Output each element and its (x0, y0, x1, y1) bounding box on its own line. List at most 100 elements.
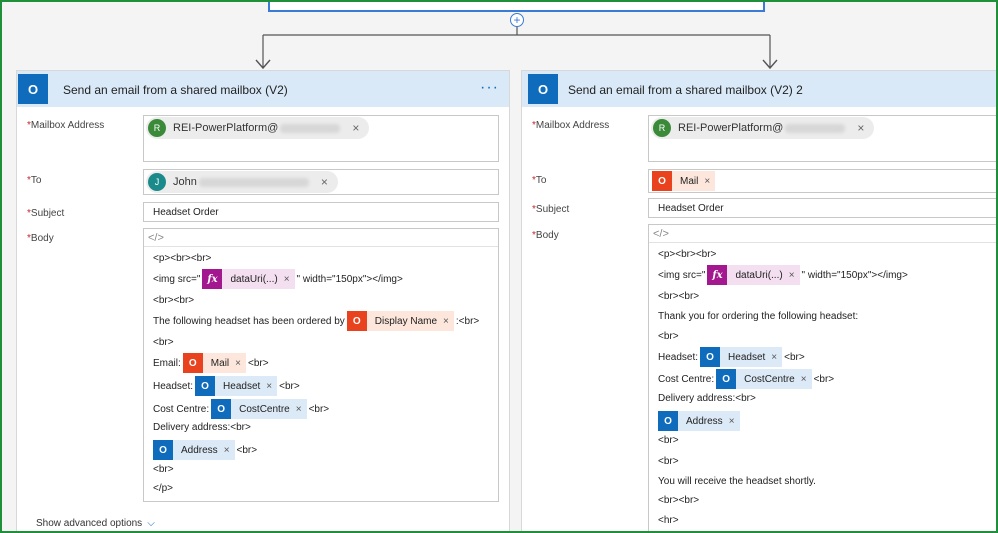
office-icon: O (652, 171, 672, 191)
remove-token-icon[interactable]: × (789, 270, 800, 281)
add-step-plus-icon[interactable]: + (510, 13, 524, 27)
body-line: </p> (153, 483, 174, 494)
body-line: <br> (153, 464, 174, 475)
outlook-icon: O (528, 74, 558, 104)
card-title: Send an email from a shared mailbox (V2)… (568, 83, 803, 97)
mailbox-label: *Mailbox Address (532, 120, 610, 131)
fx-icon: fx (202, 269, 223, 289)
body-label: *Body (27, 233, 54, 244)
dynamic-content-token[interactable]: O Mail × (182, 353, 246, 373)
card-header[interactable]: O Send an email from a shared mailbox (V… (17, 71, 509, 107)
remove-token-icon[interactable]: × (296, 404, 307, 415)
action-card-left: O Send an email from a shared mailbox (V… (16, 70, 510, 533)
body-line: O Address × (658, 411, 742, 431)
body-editor[interactable]: </> <p><br><br> <img src=" fx dataUri(...… (143, 228, 499, 502)
outlook-icon: O (18, 74, 48, 104)
body-line: Delivery address:<br> (658, 393, 756, 404)
flow-connector (255, 26, 778, 70)
remove-token-icon[interactable]: × (266, 381, 277, 392)
dynamic-content-token[interactable]: O Headset × (195, 376, 278, 396)
body-line: <img src=" fx dataUri(...) × " width="150p… (153, 269, 403, 289)
expression-token[interactable]: fx dataUri(...) × (707, 265, 800, 285)
close-icon[interactable]: × (857, 121, 864, 135)
code-view-icon[interactable]: </> (653, 228, 669, 240)
chevron-down-icon: ⌵ (147, 518, 155, 529)
card-title: Send an email from a shared mailbox (V2) (63, 83, 288, 97)
body-line: Cost Centre: O CostCentre × <br> (153, 399, 329, 419)
mailbox-pill[interactable]: R REI-PowerPlatform@ × (146, 117, 370, 139)
remove-token-icon[interactable]: × (771, 352, 782, 363)
dynamic-content-token[interactable]: O Mail × (652, 171, 716, 191)
office-icon: O (182, 353, 203, 373)
outlook-icon: O (195, 376, 216, 396)
subject-label: *Subject (532, 204, 570, 215)
body-line: <hr> (658, 515, 679, 526)
remove-token-icon[interactable]: × (801, 374, 812, 385)
close-icon[interactable]: × (321, 175, 328, 189)
to-value: John (173, 176, 197, 188)
to-field[interactable]: O Mail × (648, 169, 998, 193)
body-line: <br> (658, 331, 679, 342)
body-line: Thank you for ordering the following hea… (658, 311, 859, 322)
body-line: Cost Centre: O CostCentre × <br> (658, 369, 834, 389)
body-line: Headset: O Headset × <br> (658, 347, 805, 367)
subject-field[interactable]: Headset Order (143, 202, 499, 222)
remove-token-icon[interactable]: × (443, 316, 454, 327)
subject-field[interactable]: Headset Order (648, 198, 998, 218)
action-card-right: O Send an email from a shared mailbox (V… (521, 70, 998, 533)
mailbox-value: REI-PowerPlatform@ (678, 122, 784, 134)
expression-token[interactable]: fx dataUri(...) × (202, 269, 295, 289)
dynamic-content-token[interactable]: O Headset × (700, 347, 783, 367)
remove-token-icon[interactable]: × (729, 416, 740, 427)
body-label: *Body (532, 230, 559, 241)
mailbox-value: REI-PowerPlatform@ (173, 122, 279, 134)
remove-token-icon[interactable]: × (235, 358, 246, 369)
mailbox-field[interactable]: R REI-PowerPlatform@ × (143, 115, 499, 162)
avatar: J (148, 173, 166, 191)
dynamic-content-token[interactable]: O Address × (658, 411, 740, 431)
dynamic-content-token[interactable]: O CostCentre × (716, 369, 812, 389)
outlook-icon: O (153, 440, 173, 460)
redacted-text (198, 177, 309, 187)
body-line: O Address × <br> (153, 440, 257, 460)
body-line: <br><br> (658, 495, 700, 506)
to-label: *To (27, 175, 42, 186)
code-view-icon[interactable]: </> (148, 232, 164, 244)
redacted-text (785, 123, 846, 133)
office-icon: O (346, 311, 367, 331)
body-line: <img src=" fx dataUri(...) × " width="150p… (658, 265, 908, 285)
remove-token-icon[interactable]: × (284, 274, 295, 285)
card-header[interactable]: O Send an email from a shared mailbox (V… (522, 71, 998, 107)
body-line: Headset: O Headset × <br> (153, 376, 300, 396)
outlook-icon: O (211, 399, 232, 419)
show-advanced-options-link[interactable]: Show advanced options ⌵ (36, 518, 155, 529)
redacted-text (280, 123, 341, 133)
to-pill[interactable]: J John × (146, 171, 338, 193)
dynamic-content-token[interactable]: O Display Name × (346, 311, 454, 331)
avatar: R (148, 119, 166, 137)
body-line: <br> (658, 456, 679, 467)
remove-token-icon[interactable]: × (224, 445, 235, 456)
body-editor[interactable]: </> <p><br><br> <img src=" fx dataUri(...… (648, 224, 998, 533)
mailbox-field[interactable]: R REI-PowerPlatform@ × (648, 115, 998, 162)
body-line: Email: O Mail × <br> (153, 353, 269, 373)
fx-icon: fx (707, 265, 728, 285)
outlook-icon: O (716, 369, 737, 389)
body-line: Delivery address:<br> (153, 422, 251, 433)
remove-token-icon[interactable]: × (704, 176, 715, 187)
body-line: <br> (658, 435, 679, 446)
subject-value: Headset Order (658, 203, 724, 214)
more-options-icon[interactable]: ··· (480, 79, 499, 97)
subject-value: Headset Order (153, 207, 219, 218)
mailbox-pill[interactable]: R REI-PowerPlatform@ × (651, 117, 875, 139)
mailbox-label: *Mailbox Address (27, 120, 105, 131)
body-line: <br><br> (153, 295, 195, 306)
to-field[interactable]: J John × (143, 169, 499, 195)
close-icon[interactable]: × (352, 121, 359, 135)
to-label: *To (532, 175, 547, 186)
body-line: <br><br> (658, 291, 700, 302)
body-line: <br> (153, 337, 174, 348)
subject-label: *Subject (27, 208, 65, 219)
dynamic-content-token[interactable]: O Address × (153, 440, 235, 460)
dynamic-content-token[interactable]: O CostCentre × (211, 399, 307, 419)
